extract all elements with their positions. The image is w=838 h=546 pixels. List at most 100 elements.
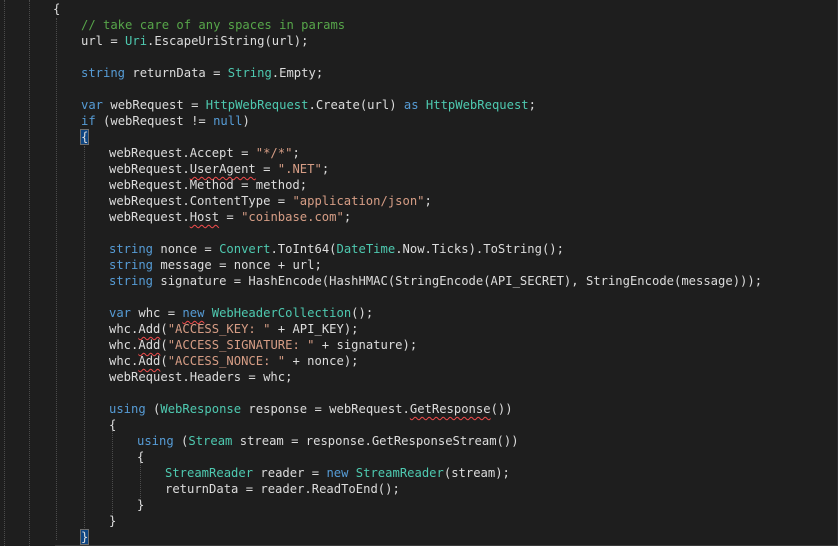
code-token: ()) [490,402,513,416]
squiggle-token: Add [138,322,161,336]
code-line[interactable]: webRequest.Accept = "*/*"; [109,145,300,161]
code-token: "coinbase.com" [241,210,344,224]
code-line[interactable]: { [109,417,116,433]
code-token: webRequest.ContentType = [109,194,293,208]
code-line[interactable]: { [137,449,144,465]
code-line[interactable]: webRequest.UserAgent = ".NET"; [109,161,329,177]
code-token: if [81,114,96,128]
code-token: whc = [131,306,183,320]
code-token: .EscapeUriString(url); [147,34,309,48]
code-token: whc. [109,322,139,336]
code-line[interactable]: { [53,1,60,17]
code-token: HttpWebRequest [205,98,309,112]
code-line[interactable]: url = Uri.EscapeUriString(url); [81,33,308,49]
code-token: + signature); [314,338,418,352]
code-token: ; [321,162,330,176]
code-token: using [109,402,146,416]
code-token: webRequest.Method = method; [109,178,308,192]
code-token: ( [160,354,168,368]
code-token: WebHeaderCollection [211,306,352,320]
indent-guide-line [29,0,30,546]
code-line[interactable]: webRequest.Headers = whc; [109,369,292,385]
code-token: StreamReader [165,466,254,480]
code-token: Uri [125,34,148,48]
code-token: ( [145,402,161,416]
code-token: ; [343,210,352,224]
squiggle-token: GetResponse [409,402,491,416]
code-token: ) [242,114,250,128]
code-token: var [109,306,132,320]
code-token: .ToInt64( [270,242,337,256]
code-token: string [81,66,126,80]
code-token: returnData = reader.ReadToEnd(); [165,482,400,496]
code-line[interactable]: } [137,497,144,513]
code-token: string [109,258,154,272]
code-line[interactable]: var webRequest = HttpWebRequest.Create(u… [81,97,536,113]
code-token: { [109,418,117,432]
code-line[interactable]: returnData = reader.ReadToEnd(); [165,481,400,497]
matched-brace: } [79,529,90,545]
code-line[interactable]: // take care of any spaces in params [81,17,345,33]
code-token: whc. [109,354,139,368]
code-token: "ACCESS_KEY: " [167,322,271,336]
code-token: .Create(url) [308,98,404,112]
code-token: ; [292,146,300,160]
code-token: var [81,98,104,112]
code-token: ; [528,98,536,112]
code-line[interactable]: using (Stream stream = response.GetRespo… [137,433,519,449]
code-token: ( [160,338,168,352]
indent-guide-line [56,18,57,540]
code-line[interactable]: whc.Add("ACCESS_SIGNATURE: " + signature… [109,337,417,353]
code-line[interactable]: whc.Add("ACCESS_KEY: " + API_KEY); [109,321,359,337]
code-line[interactable]: } [79,529,90,545]
code-line[interactable]: whc.Add("ACCESS_NONCE: " + nonce); [109,353,359,369]
code-token: string [109,274,154,288]
indent-guide-line [84,146,85,532]
code-token: .Now.Ticks).ToString(); [395,242,564,256]
code-token: signature = HashEncode(HashHMAC(StringEn… [153,274,763,288]
code-token: + nonce); [285,354,359,368]
code-token: WebResponse [160,402,242,416]
code-token: } [109,514,117,528]
code-token: returnData = [125,66,228,80]
code-line[interactable]: string returnData = String.Empty; [81,65,323,81]
code-token: "application/json" [292,194,425,208]
code-line[interactable]: string message = nonce + url; [109,257,322,273]
code-token: webRequest. [109,210,190,224]
code-token: webRequest.Headers = whc; [109,370,293,384]
code-token: (webRequest != [95,114,214,128]
code-line[interactable]: if (webRequest != null) [81,113,250,129]
code-token: webRequest.Accept = [109,146,256,160]
code-line[interactable]: StreamReader reader = new StreamReader(s… [165,465,510,481]
code-line[interactable]: using (WebResponse response = webRequest… [109,401,513,417]
code-line[interactable]: webRequest.ContentType = "application/js… [109,193,432,209]
code-line[interactable]: var whc = new WebHeaderCollection(); [109,305,373,321]
code-token: "ACCESS_SIGNATURE: " [167,338,315,352]
code-line[interactable]: webRequest.Method = method; [109,177,307,193]
code-token: Convert [219,242,271,256]
code-token: "ACCESS_NONCE: " [167,354,286,368]
code-line[interactable]: string signature = HashEncode(HashHMAC(S… [109,273,762,289]
code-token: nonce = [153,242,220,256]
code-token: using [137,434,174,448]
code-line[interactable]: } [109,513,116,529]
code-token: ; [424,194,432,208]
code-token: whc. [109,338,139,352]
code-line[interactable]: { [79,129,90,145]
code-line[interactable]: string nonce = Convert.ToInt64(DateTime.… [109,241,564,257]
code-token: // take care of any spaces in params [81,18,346,32]
squiggle-token: new [182,306,205,320]
code-token: null [213,114,243,128]
code-token: string [109,242,154,256]
code-token: + API_KEY); [270,322,359,336]
code-editor[interactable]: { // take care of any spaces in params url… [0,0,838,546]
code-token: } [137,498,145,512]
code-token: (stream); [443,466,510,480]
indent-guide-line [140,462,141,500]
code-line[interactable]: webRequest.Host = "coinbase.com"; [109,209,351,225]
code-token: Stream [188,434,233,448]
squiggle-token: Add [138,338,161,352]
code-token: .Empty; [271,66,324,80]
code-token: (); [351,306,374,320]
matched-brace: { [79,129,90,145]
